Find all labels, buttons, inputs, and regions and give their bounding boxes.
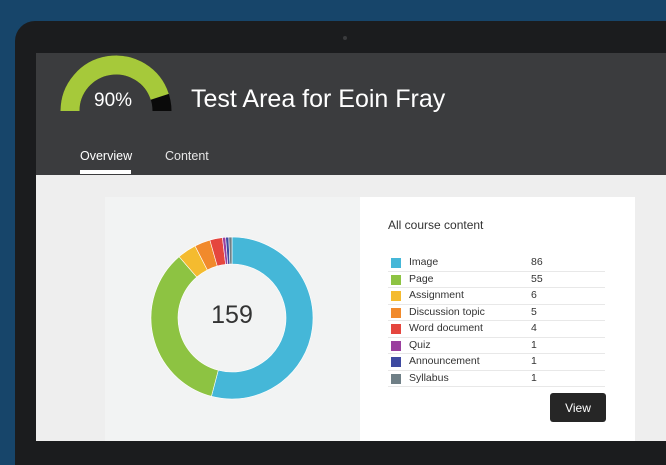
- legend-item-page: Page 55: [388, 272, 605, 288]
- legend-item-discussion-topic: Discussion topic 5: [388, 305, 605, 321]
- legend-label: Page: [409, 272, 434, 285]
- chart-area: 159: [105, 197, 360, 441]
- legend-label: Syllabus: [409, 371, 449, 384]
- legend-label: Quiz: [409, 338, 431, 351]
- legend-count: 6: [531, 289, 537, 301]
- legend-label: Word document: [409, 322, 483, 334]
- legend-label: Assignment: [409, 289, 464, 301]
- legend-count: 55: [531, 272, 543, 285]
- progress-percent: 90%: [94, 90, 133, 111]
- legend-count: 1: [531, 355, 537, 367]
- tab-content[interactable]: Content: [165, 149, 209, 163]
- legend-item-syllabus: Syllabus 1: [388, 371, 605, 387]
- tab-overview[interactable]: Overview: [80, 149, 132, 163]
- legend-swatch: [391, 357, 401, 367]
- legend-swatch: [391, 307, 401, 318]
- legend-swatch: [391, 258, 401, 268]
- camera-dot: [343, 36, 347, 40]
- legend-item-quiz: Quiz 1: [388, 338, 605, 354]
- legend-item-image: Image 86: [388, 255, 605, 272]
- legend-swatch: [391, 340, 401, 351]
- content-summary-card: 159 All course content Image 86 Page 55 …: [105, 197, 635, 441]
- content-total: 159: [211, 301, 253, 329]
- legend-count: 5: [531, 305, 537, 318]
- legend-item-assignment: Assignment 6: [388, 288, 605, 305]
- legend-label: Discussion topic: [409, 305, 485, 318]
- view-button[interactable]: View: [550, 393, 606, 422]
- legend-count: 1: [531, 371, 537, 384]
- screen: 90% Test Area for Eoin Fray Overview Con…: [36, 53, 666, 441]
- course-header: 90% Test Area for Eoin Fray Overview Con…: [36, 53, 666, 175]
- content-list-title: All course content: [388, 218, 484, 232]
- legend-swatch: [391, 373, 401, 384]
- legend-count: 86: [531, 256, 543, 268]
- active-tab-indicator: [80, 170, 131, 174]
- legend-swatch: [391, 324, 401, 334]
- legend-label: Image: [409, 256, 439, 268]
- legend-swatch: [391, 274, 401, 285]
- legend-item-announcement: Announcement 1: [388, 354, 605, 371]
- legend-count: 4: [531, 322, 537, 334]
- page-title: Test Area for Eoin Fray: [191, 85, 446, 113]
- legend-swatch: [391, 291, 401, 301]
- legend-label: Announcement: [409, 355, 480, 367]
- content-legend: Image 86 Page 55 Assignment 6 Discussion…: [388, 255, 605, 387]
- legend-count: 1: [531, 338, 537, 351]
- legend-item-word-document: Word document 4: [388, 321, 605, 338]
